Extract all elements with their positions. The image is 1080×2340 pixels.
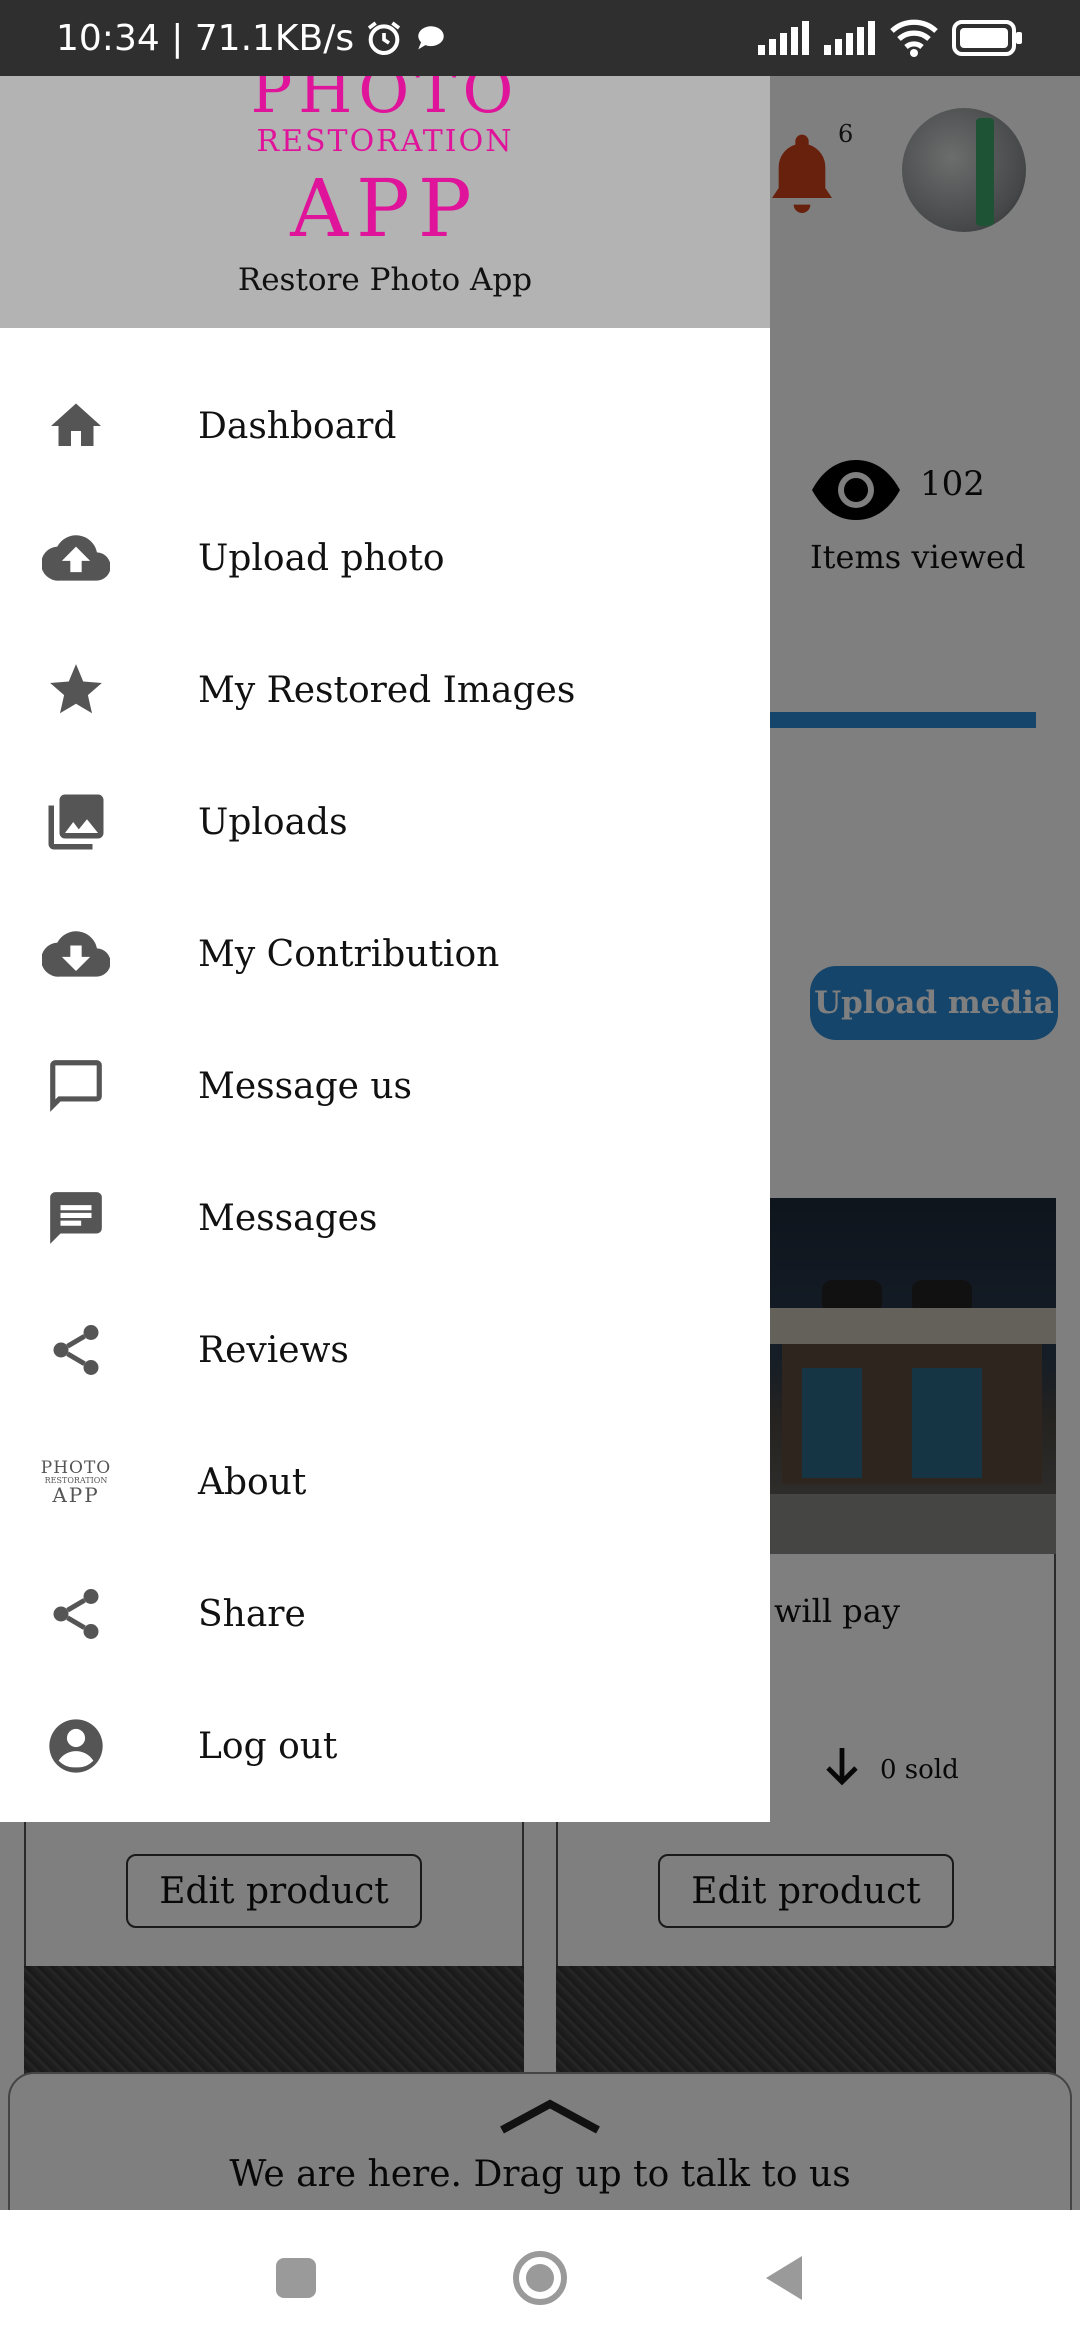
menu-item-label: Share (198, 1593, 306, 1635)
home-button-icon[interactable] (512, 2250, 568, 2306)
menu-item-about[interactable]: PHOTO RESTORATION APP About (0, 1416, 770, 1548)
status-time: 10:34 | 71.1KB/s (56, 17, 355, 59)
about-logo-line: APP (52, 1482, 100, 1507)
signal-icon (758, 21, 810, 55)
menu-item-dashboard[interactable]: Dashboard (0, 360, 770, 492)
status-bar: 10:34 | 71.1KB/s (0, 0, 1080, 76)
account-circle-icon (40, 1710, 112, 1782)
menu-item-label: My Restored Images (198, 669, 576, 711)
alarm-icon (364, 18, 404, 58)
chat-bubble-icon (414, 21, 448, 55)
menu-item-message-us[interactable]: Message us (0, 1020, 770, 1152)
back-icon[interactable] (756, 2250, 812, 2306)
menu-item-reviews[interactable]: Reviews (0, 1284, 770, 1416)
home-icon (40, 390, 112, 462)
menu-item-upload-photo[interactable]: Upload photo (0, 492, 770, 624)
menu-item-label: Dashboard (198, 405, 397, 447)
app-logo-line: PHOTO (250, 76, 520, 127)
menu-item-label: Messages (198, 1197, 378, 1239)
menu-item-label: Uploads (198, 801, 348, 843)
drawer-app-name: Restore Photo App (237, 262, 533, 298)
drawer-header: PHOTO RESTORATION APP Restore Photo App (0, 76, 770, 328)
navigation-drawer: PHOTO RESTORATION APP Restore Photo App … (0, 76, 770, 1822)
menu-item-share[interactable]: Share (0, 1548, 770, 1680)
star-icon (40, 654, 112, 726)
system-nav-bar (0, 2210, 1080, 2340)
menu-item-label: About (198, 1461, 307, 1503)
menu-item-label: My Contribution (198, 933, 500, 975)
app-logo-line: APP (290, 162, 480, 255)
menu-item-my-contribution[interactable]: My Contribution (0, 888, 770, 1020)
share-icon (40, 1314, 112, 1386)
recent-apps-icon[interactable] (268, 2250, 324, 2306)
menu-item-log-out[interactable]: Log out (0, 1680, 770, 1812)
message-icon (40, 1182, 112, 1254)
about-logo-line: PHOTO (40, 1457, 112, 1478)
menu-item-label: Reviews (198, 1329, 349, 1371)
wifi-icon (890, 19, 938, 57)
menu-item-messages[interactable]: Messages (0, 1152, 770, 1284)
menu-item-uploads[interactable]: Uploads (0, 756, 770, 888)
menu-item-my-restored-images[interactable]: My Restored Images (0, 624, 770, 756)
menu-item-label: Message us (198, 1065, 413, 1107)
drawer-menu: Dashboard Upload photo My Restored Image… (0, 360, 770, 1812)
battery-icon (952, 20, 1024, 56)
signal-icon (824, 21, 876, 55)
menu-item-label: Log out (198, 1725, 338, 1767)
menu-item-label: Upload photo (198, 537, 445, 579)
cloud-download-icon (40, 918, 112, 990)
cloud-upload-icon (40, 522, 112, 594)
app-logo-icon: PHOTO RESTORATION APP (40, 1446, 112, 1518)
share-icon (40, 1578, 112, 1650)
photo-library-icon (40, 786, 112, 858)
app-logo-line: RESTORATION (256, 124, 514, 159)
chat-outline-icon (40, 1050, 112, 1122)
